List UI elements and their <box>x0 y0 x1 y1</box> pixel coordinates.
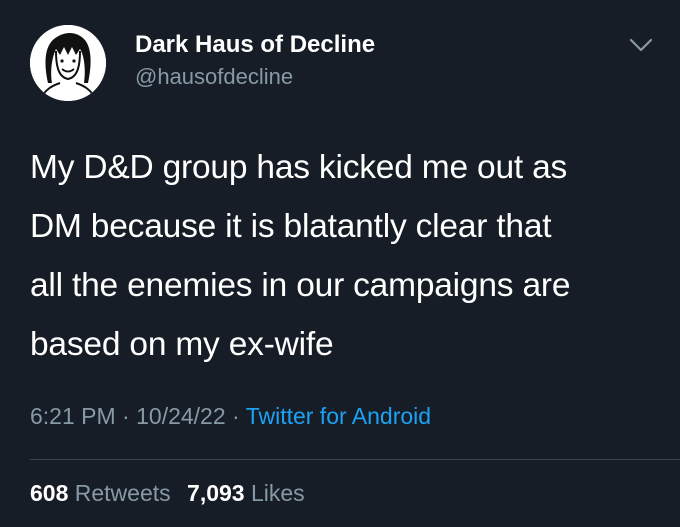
avatar[interactable] <box>30 25 106 101</box>
likes-count: 7,093 <box>187 480 245 506</box>
likes-label: Likes <box>250 480 305 506</box>
retweets-label: Retweets <box>74 480 171 506</box>
retweets-count: 608 <box>30 480 69 506</box>
tweet-date[interactable]: 10/24/22 <box>136 403 226 429</box>
tweet-stats: 608 Retweets 7,093 Likes <box>30 480 315 507</box>
tweet-time[interactable]: 6:21 PM <box>30 403 116 429</box>
likes-stat[interactable]: 7,093 Likes <box>187 480 305 506</box>
tweet-card: Dark Haus of Decline @hausofdecline My D… <box>0 0 680 527</box>
retweets-stat[interactable]: 608 Retweets <box>30 480 171 506</box>
tweet-text: My D&D group has kicked me out as DM bec… <box>30 138 660 374</box>
tweet-text-line: all the enemies in our campaigns are <box>30 267 571 304</box>
tweet-source-link[interactable]: Twitter for Android <box>246 403 431 429</box>
tweet-text-line: DM because it is blatantly clear that <box>30 208 552 245</box>
divider <box>30 459 680 460</box>
tweet-text-line: based on my ex-wife <box>30 326 334 363</box>
display-name[interactable]: Dark Haus of Decline <box>135 31 375 59</box>
cartoon-face-icon <box>30 25 106 101</box>
chevron-down-icon[interactable] <box>628 36 654 54</box>
tweet-metadata: 6:21 PM · 10/24/22 · Twitter for Android <box>30 403 431 430</box>
meta-separator: · <box>232 403 240 429</box>
user-handle[interactable]: @hausofdecline <box>135 64 293 90</box>
tweet-text-line: My D&D group has kicked me out as <box>30 149 568 186</box>
meta-separator: · <box>122 403 130 429</box>
